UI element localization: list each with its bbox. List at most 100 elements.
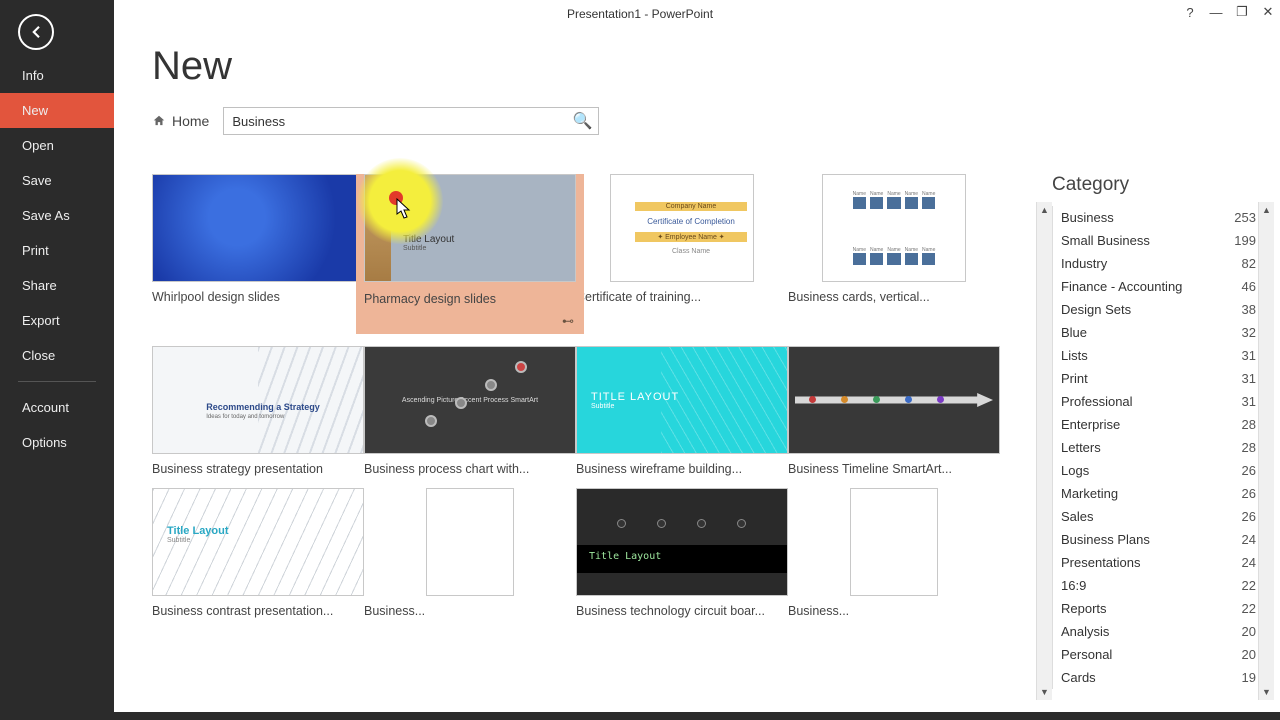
category-item[interactable]: Enterprise28 (1053, 413, 1262, 436)
category-count: 19 (1242, 670, 1256, 685)
sidebar-item-options[interactable]: Options (0, 425, 114, 460)
title-bar: Presentation1 - PowerPoint ? — ❐ ✕ (0, 0, 1280, 28)
category-count: 199 (1234, 233, 1256, 248)
bottom-strip (0, 712, 1280, 720)
template-caption: Business contrast presentation... (152, 604, 364, 618)
category-item[interactable]: Logs26 (1053, 459, 1262, 482)
category-item[interactable]: Small Business199 (1053, 229, 1262, 252)
category-item[interactable]: Blue32 (1053, 321, 1262, 344)
close-icon[interactable]: ✕ (1261, 4, 1275, 20)
template-tile[interactable]: Whirlpool design slides (152, 174, 364, 334)
template-gallery: Whirlpool design slides Title LayoutSubti… (152, 174, 1162, 720)
template-caption: Pharmacy design slides (364, 292, 576, 306)
category-item[interactable]: Sales26 (1053, 505, 1262, 528)
sidebar-item-save[interactable]: Save (0, 163, 114, 198)
category-name: Design Sets (1061, 302, 1131, 317)
back-button[interactable] (18, 14, 54, 50)
template-tile[interactable]: Business... (788, 488, 1000, 618)
home-link[interactable]: Home (152, 113, 209, 129)
template-thumbnail: Title LayoutSubtitle (152, 488, 364, 596)
category-item[interactable]: Print31 (1053, 367, 1262, 390)
template-tile[interactable]: Title LayoutSubtitle Business contrast pr… (152, 488, 364, 618)
template-caption: Business technology circuit boar... (576, 604, 788, 618)
scroll-up-icon[interactable]: ▲ (1037, 202, 1052, 218)
gallery-scrollbar[interactable]: ▲ ▼ (1036, 202, 1052, 700)
category-count: 24 (1242, 555, 1256, 570)
category-count: 31 (1242, 348, 1256, 363)
template-thumbnail: Basic Timeline SmartArt (788, 346, 1000, 454)
template-tile[interactable]: TITLE LAYOUTSubtitleBusiness wireframe b… (576, 346, 788, 476)
pin-icon[interactable]: ⊷ (562, 314, 574, 328)
sidebar-item-close[interactable]: Close (0, 338, 114, 373)
category-count: 38 (1242, 302, 1256, 317)
category-count: 22 (1242, 601, 1256, 616)
template-tile[interactable]: Recommending a StrategyIdeas for today a… (152, 346, 364, 476)
template-tile[interactable]: Basic Timeline SmartArtBusiness Timeline… (788, 346, 1000, 476)
search-input[interactable] (232, 114, 572, 129)
category-item[interactable]: Business253 (1053, 206, 1262, 229)
sidebar-item-save-as[interactable]: Save As (0, 198, 114, 233)
category-item[interactable]: 16:922 (1053, 574, 1262, 597)
category-count: 22 (1242, 578, 1256, 593)
category-item[interactable]: Personal20 (1053, 643, 1262, 666)
category-panel: Category Business253Small Business199Ind… (1052, 174, 1262, 720)
category-name: Analysis (1061, 624, 1109, 639)
scroll-down-icon[interactable]: ▼ (1259, 684, 1274, 700)
sidebar-item-print[interactable]: Print (0, 233, 114, 268)
scroll-down-icon[interactable]: ▼ (1037, 684, 1052, 700)
sidebar-item-share[interactable]: Share (0, 268, 114, 303)
category-item[interactable]: Presentations 24 (1053, 551, 1262, 574)
template-thumbnail (426, 488, 514, 596)
category-name: Cards (1061, 670, 1096, 685)
template-tile[interactable]: NameNameNameNameNameNameNameNameNameName… (788, 174, 1000, 334)
category-item[interactable]: Letters28 (1053, 436, 1262, 459)
template-tile[interactable]: Business... (364, 488, 576, 618)
category-item[interactable]: Marketing26 (1053, 482, 1262, 505)
category-item[interactable]: Reports22 (1053, 597, 1262, 620)
template-tile[interactable]: Ascending Picture Accent Process SmartAr… (364, 346, 576, 476)
template-caption: Certificate of training... (576, 290, 788, 304)
category-item[interactable]: Industry82 (1053, 252, 1262, 275)
template-caption: Business cards, vertical... (788, 290, 1000, 304)
category-count: 26 (1242, 486, 1256, 501)
minimize-icon[interactable]: — (1209, 5, 1223, 20)
category-item[interactable]: Professional31 (1053, 390, 1262, 413)
sidebar-item-info[interactable]: Info (0, 58, 114, 93)
template-thumbnail: Title Layout (576, 488, 788, 596)
template-tile[interactable]: Title Layout Business technology circuit … (576, 488, 788, 618)
template-thumbnail (850, 488, 938, 596)
search-box[interactable]: 🔍 (223, 107, 599, 135)
window-controls: ? — ❐ ✕ (1183, 4, 1275, 20)
category-count: 20 (1242, 624, 1256, 639)
window-title: Presentation1 - PowerPoint (567, 7, 713, 21)
category-item[interactable]: Lists31 (1053, 344, 1262, 367)
category-name: Presentations (1061, 555, 1141, 570)
category-count: 31 (1242, 371, 1256, 386)
category-item[interactable]: Design Sets 38 (1053, 298, 1262, 321)
category-name: Business (1061, 210, 1114, 225)
scroll-up-icon[interactable]: ▲ (1259, 202, 1274, 218)
category-item[interactable]: Analysis 20 (1053, 620, 1262, 643)
sidebar-item-export[interactable]: Export (0, 303, 114, 338)
home-icon (152, 114, 166, 128)
template-thumbnail: TITLE LAYOUTSubtitle (576, 346, 788, 454)
sidebar-item-open[interactable]: Open (0, 128, 114, 163)
sidebar-item-account[interactable]: Account (0, 390, 114, 425)
category-name: Industry (1061, 256, 1107, 271)
search-icon[interactable]: 🔍 (572, 111, 592, 131)
category-item[interactable]: Cards 19 (1053, 666, 1262, 689)
category-scrollbar[interactable]: ▲ ▼ (1258, 202, 1274, 700)
template-thumbnail (152, 174, 364, 282)
category-item[interactable]: Finance - Accounting46 (1053, 275, 1262, 298)
sidebar-item-new[interactable]: New (0, 93, 114, 128)
template-tile[interactable]: Company NameCertificate of Completion✦ E… (576, 174, 788, 334)
template-caption: Business... (364, 604, 576, 618)
category-name: Finance - Accounting (1061, 279, 1182, 294)
restore-icon[interactable]: ❐ (1235, 4, 1249, 20)
help-icon[interactable]: ? (1183, 5, 1197, 20)
category-count: 24 (1242, 532, 1256, 547)
category-item[interactable]: Business Plans24 (1053, 528, 1262, 551)
category-count: 28 (1242, 440, 1256, 455)
template-caption: Business process chart with... (364, 462, 576, 476)
category-count: 32 (1242, 325, 1256, 340)
